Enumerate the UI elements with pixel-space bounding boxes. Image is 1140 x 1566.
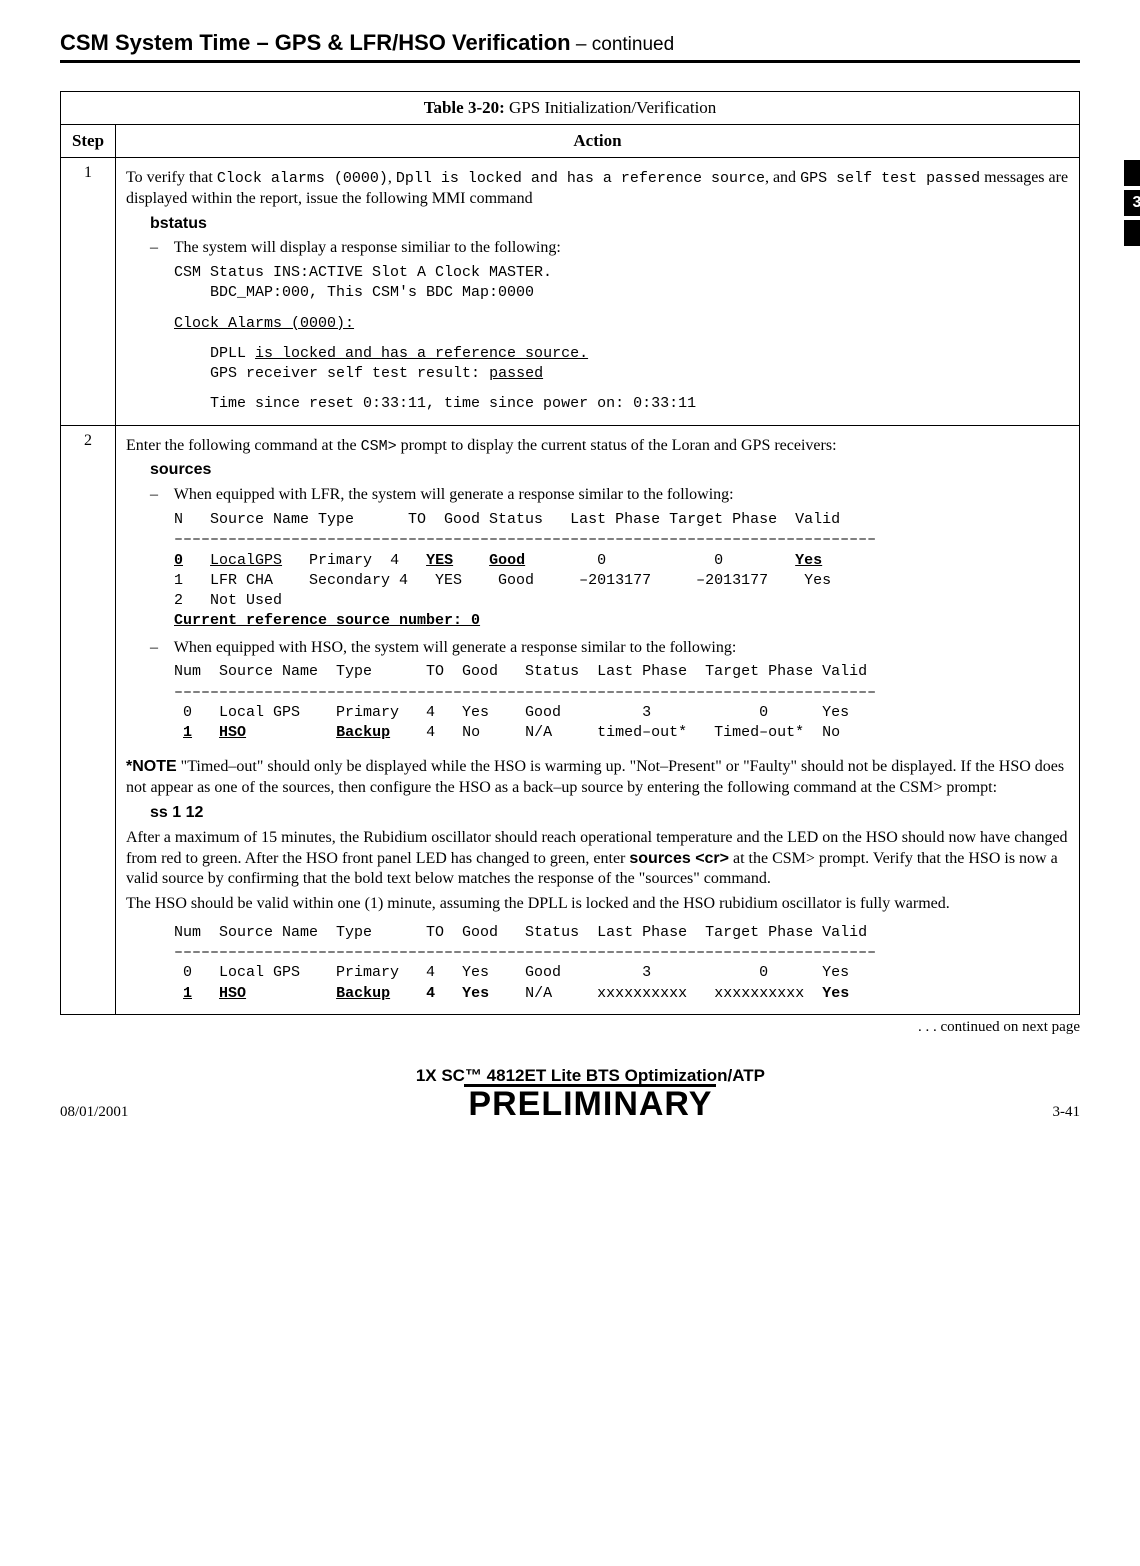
sources-cmd: sources	[126, 460, 1069, 481]
table-number: Table 3-20:	[424, 98, 505, 117]
page-title: CSM System Time – GPS & LFR/HSO Verifica…	[60, 30, 1080, 63]
bdc-map-line: BDC_MAP:000, This CSM's BDC Map:0000	[126, 283, 1069, 303]
gps-selftest-line: GPS receiver self test result: passed	[126, 364, 1069, 384]
hso-row-0: 0 Local GPS Primary 4 Yes Good 3 0 Yes	[126, 703, 1069, 723]
final-row-0: 0 Local GPS Primary 4 Yes Good 3 0 Yes	[126, 963, 1069, 983]
step-1-bullet: – The system will display a response sim…	[126, 238, 1069, 259]
gps-init-table: Table 3-20: GPS Initialization/Verificat…	[60, 91, 1080, 1015]
note-paragraph: *NOTE "Timed–out" should only be display…	[126, 757, 1069, 799]
footer-date: 08/01/2001	[60, 1104, 128, 1121]
chapter-number: 3	[1124, 190, 1140, 216]
csm-status-line: CSM Status INS:ACTIVE Slot A Clock MASTE…	[126, 263, 1069, 283]
hso-valid-line: The HSO should be valid within one (1) m…	[126, 894, 1069, 915]
lfr-row-2: 2 Not Used	[126, 591, 1069, 611]
step-2-action: Enter the following command at the CSM> …	[116, 425, 1080, 1014]
page-title-continued: – continued	[571, 34, 675, 55]
hso-table-rule: ––––––––––––––––––––––––––––––––––––––––…	[126, 683, 1069, 703]
hso-row-1: 1 HSO Backup 4 No N/A timed–out* Timed–o…	[126, 723, 1069, 743]
hso-table-header: Num Source Name Type TO Good Status Last…	[126, 662, 1069, 682]
note-label: *NOTE	[126, 758, 177, 775]
col-action: Action	[116, 125, 1080, 158]
hso-bullet: – When equipped with HSO, the system wil…	[126, 638, 1069, 659]
after-15min: After a maximum of 15 minutes, the Rubid…	[126, 828, 1069, 890]
final-table-rule: ––––––––––––––––––––––––––––––––––––––––…	[126, 943, 1069, 963]
lfr-bullet: – When equipped with LFR, the system wil…	[126, 485, 1069, 506]
lfr-current-ref: Current reference source number: 0	[126, 611, 1069, 631]
footer-pagenum: 3-41	[1053, 1104, 1081, 1121]
final-row-1: 1 HSO Backup 4 Yes N/A xxxxxxxxxx xxxxxx…	[126, 984, 1069, 1004]
page-footer: 08/01/2001 1X SC™ 4812ET Lite BTS Optimi…	[60, 1066, 1080, 1121]
lfr-row-0: 0 LocalGPS Primary 4 YES Good 0 0 Yes	[126, 551, 1069, 571]
lfr-table-rule: ––––––––––––––––––––––––––––––––––––––––…	[126, 530, 1069, 550]
footer-center: 1X SC™ 4812ET Lite BTS Optimization/ATP …	[128, 1066, 1052, 1121]
step-1-intro: To verify that Clock alarms (0000), Dpll…	[126, 168, 1069, 210]
step-2-num: 2	[61, 425, 116, 1014]
continued-on-next: . . . continued on next page	[60, 1019, 1080, 1036]
step-2-intro: Enter the following command at the CSM> …	[126, 436, 1069, 457]
table-caption: Table 3-20: GPS Initialization/Verificat…	[61, 92, 1080, 125]
chapter-tab: 3	[1124, 160, 1140, 250]
final-table-header: Num Source Name Type TO Good Status Last…	[126, 923, 1069, 943]
time-since-reset-line: Time since reset 0:33:11, time since pow…	[126, 394, 1069, 414]
step-1-num: 1	[61, 158, 116, 426]
dpll-line: DPLL is locked and has a reference sourc…	[126, 344, 1069, 364]
ss-cmd: ss 1 12	[126, 803, 1069, 824]
clock-alarms-line: Clock Alarms (0000):	[126, 314, 1069, 334]
page-title-main: CSM System Time – GPS & LFR/HSO Verifica…	[60, 30, 571, 55]
bstatus-cmd: bstatus	[126, 214, 1069, 235]
lfr-row-1: 1 LFR CHA Secondary 4 YES Good –2013177 …	[126, 571, 1069, 591]
footer-doc-title: 1X SC™ 4812ET Lite BTS Optimization/ATP	[128, 1066, 1052, 1086]
step-1-action: To verify that Clock alarms (0000), Dpll…	[116, 158, 1080, 426]
footer-preliminary: PRELIMINARY	[464, 1084, 716, 1121]
table-title: GPS Initialization/Verification	[505, 98, 717, 117]
col-step: Step	[61, 125, 116, 158]
lfr-table-header: N Source Name Type TO Good Status Last P…	[126, 510, 1069, 530]
